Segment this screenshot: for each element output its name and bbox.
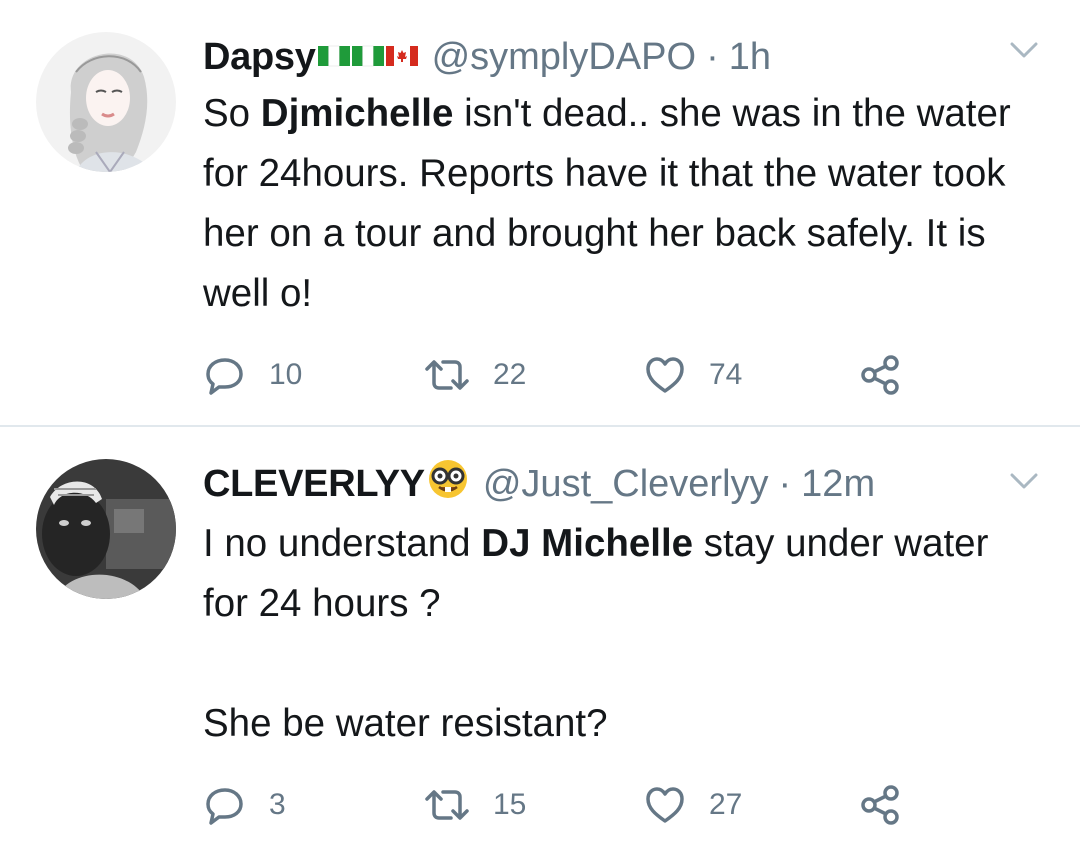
display-name[interactable]: Dapsy (203, 36, 316, 79)
share-icon (861, 785, 899, 825)
tweet[interactable]: Dapsy @symplyDAPO · 1h So Djmichelle isn… (0, 0, 1080, 426)
avatar-image (36, 459, 176, 599)
tweet-header: Dapsy @symplyDAPO · 1h (203, 32, 771, 82)
avatar[interactable] (36, 459, 176, 599)
retweet-count: 22 (493, 358, 527, 391)
reply-icon (206, 788, 243, 825)
avatar-image (36, 32, 176, 172)
like-count: 74 (709, 358, 743, 391)
display-name[interactable]: CLEVERLYY (203, 463, 425, 506)
tweet-text-bold: DJ Michelle (481, 522, 694, 565)
timestamp[interactable]: 1h (729, 36, 771, 79)
heart-icon (646, 357, 684, 393)
chevron-down-icon[interactable] (1008, 40, 1040, 62)
share-button[interactable] (859, 783, 903, 827)
separator-dot: · (706, 35, 719, 78)
reply-count: 3 (269, 788, 286, 821)
avatar[interactable] (36, 32, 176, 172)
retweet-count: 15 (493, 788, 527, 821)
reply-count: 10 (269, 358, 303, 391)
heart-icon (646, 787, 684, 823)
like-count: 27 (709, 788, 743, 821)
separator-dot: · (778, 462, 792, 505)
tweet-paragraph: She be water resistant? (203, 702, 608, 745)
like-button[interactable]: 27 (643, 783, 742, 827)
tweet-text: So Djmichelle isn't dead.. she was in th… (203, 84, 1043, 324)
tweet-text-bold: Djmichelle (260, 92, 454, 135)
tweet-actions: 3 15 27 (203, 783, 923, 827)
nerd-face-icon (427, 458, 469, 510)
handle[interactable]: @symplyDAPO (432, 36, 697, 79)
canada-flag-icon (385, 36, 418, 79)
nigeria-flag-icon (351, 36, 384, 79)
reply-button[interactable]: 3 (203, 783, 286, 827)
tweet-header: CLEVERLYY @Just_Cleverlyy · 12m (203, 459, 875, 509)
like-button[interactable]: 74 (643, 353, 742, 397)
nigeria-flag-icon (317, 36, 350, 79)
tweet-paragraph: I no understand DJ Michelle stay under w… (203, 514, 1043, 634)
retweet-icon (425, 790, 469, 820)
handle[interactable]: @Just_Cleverlyy (483, 463, 769, 506)
reply-icon (206, 358, 243, 395)
tweet-text: I no understand DJ Michelle stay under w… (203, 514, 1043, 754)
tweet-actions: 10 22 74 (203, 353, 923, 397)
timestamp[interactable]: 12m (801, 463, 875, 506)
tweet-text-segment: So (203, 92, 261, 135)
share-icon (861, 355, 899, 395)
reply-button[interactable]: 10 (203, 353, 302, 397)
share-button[interactable] (859, 353, 903, 397)
retweet-button[interactable]: 15 (423, 783, 526, 827)
chevron-down-icon[interactable] (1008, 471, 1040, 493)
retweet-icon (425, 360, 469, 390)
tweet-text-segment: I no understand (203, 522, 482, 565)
tweet[interactable]: CLEVERLYY @Just_Cleverlyy · 12m I no und… (0, 427, 1080, 847)
retweet-button[interactable]: 22 (423, 353, 526, 397)
